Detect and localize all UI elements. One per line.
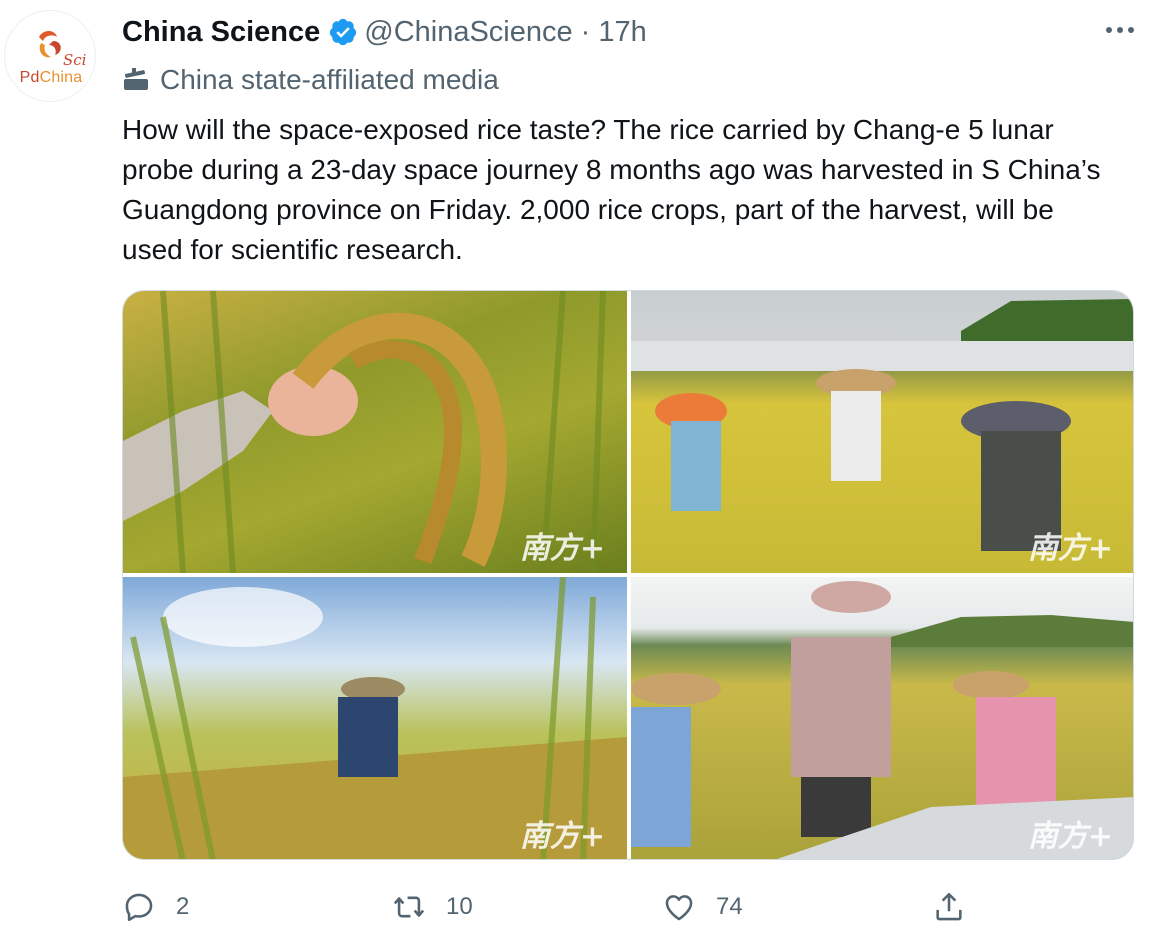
microphone-icon bbox=[124, 68, 148, 90]
share-icon bbox=[936, 892, 962, 921]
reply-count: 2 bbox=[176, 893, 190, 920]
avatar[interactable]: Sci PdChina bbox=[4, 10, 96, 102]
avatar-pd-text: Pd bbox=[19, 69, 40, 86]
media-grid: 南方+ 南方+ 南方+ 南方+ bbox=[122, 290, 1134, 860]
tweet-actions: 2 10 74 bbox=[122, 888, 982, 926]
photo-three-farmers[interactable]: 南方+ bbox=[631, 577, 1133, 859]
tweet-text: How will the space-exposed rice taste? T… bbox=[122, 114, 1101, 265]
more-icon[interactable] bbox=[1102, 18, 1138, 42]
retweet-icon bbox=[393, 896, 425, 918]
affiliation-text: China state-affiliated media bbox=[160, 64, 499, 95]
verified-badge-icon bbox=[330, 18, 357, 46]
reply-icon bbox=[125, 893, 153, 922]
state-affiliated-label[interactable]: China state-affiliated media bbox=[122, 62, 499, 98]
photo-woman-in-rice[interactable]: 南方+ bbox=[123, 577, 627, 859]
separator-dot: · bbox=[580, 15, 591, 48]
retweet-button[interactable]: 10 bbox=[392, 888, 473, 926]
retweet-count: 10 bbox=[446, 893, 473, 920]
photo-harvesters-field[interactable]: 南方+ bbox=[631, 291, 1133, 573]
like-count: 74 bbox=[716, 893, 743, 920]
account-name[interactable]: China Science bbox=[122, 16, 320, 49]
watermark: 南方+ bbox=[519, 531, 605, 566]
reply-button[interactable]: 2 bbox=[122, 888, 189, 926]
avatar-sci-text: Sci bbox=[63, 51, 87, 69]
avatar-pdchina-text: PdChina bbox=[5, 69, 97, 87]
pdchina-logo-icon bbox=[39, 31, 61, 58]
like-icon bbox=[665, 895, 693, 921]
tweet-header: China Science @ChinaScience · 17h bbox=[122, 14, 647, 50]
like-button[interactable]: 74 bbox=[662, 888, 743, 926]
photo-rice-ear[interactable]: 南方+ bbox=[123, 291, 627, 573]
watermark: 南方+ bbox=[519, 819, 605, 854]
avatar-china-text: China bbox=[39, 69, 83, 86]
share-button[interactable] bbox=[932, 888, 986, 926]
account-handle[interactable]: @ChinaScience bbox=[364, 16, 572, 49]
watermark: 南方+ bbox=[1027, 819, 1113, 854]
tweet-time[interactable]: 17h bbox=[598, 16, 646, 49]
watermark: 南方+ bbox=[1027, 531, 1113, 566]
